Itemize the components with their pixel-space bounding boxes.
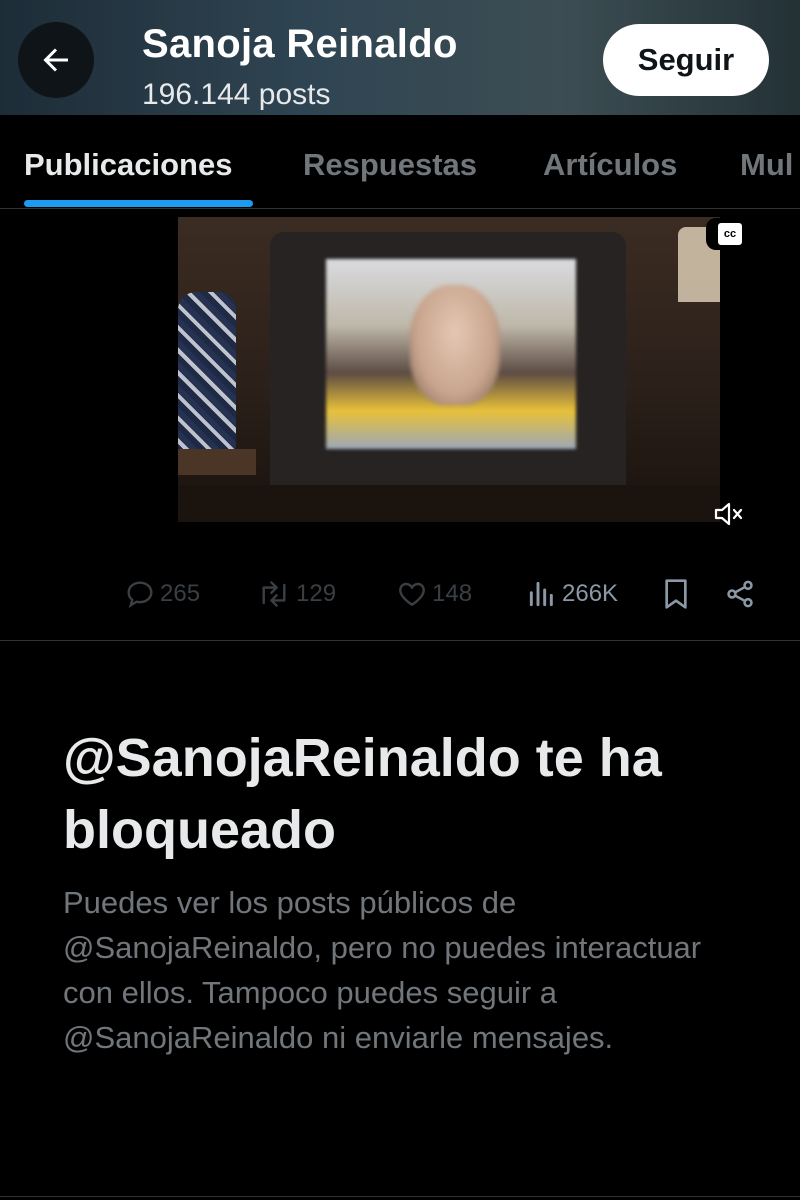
posts-count: 196.144 posts [142,78,331,111]
tab-multimedia[interactable]: Mul [740,147,793,183]
video-shelf [178,485,720,522]
tab-publicaciones[interactable]: Publicaciones [24,147,232,183]
video-shelf-base [178,449,256,475]
repost-button[interactable]: 129 [256,572,336,616]
blocked-description: Puedes ver los posts públicos de @Sanoja… [63,885,702,1055]
active-tab-indicator [24,200,253,207]
tab-respuestas[interactable]: Respuestas [303,147,477,183]
bookmark-button[interactable] [662,572,690,616]
post-actions: 265 129 148 266K [0,560,800,630]
reply-count: 265 [160,580,201,607]
views-button[interactable]: 266K [526,572,618,616]
repost-icon [262,581,286,607]
like-button[interactable]: 148 [396,572,472,616]
back-button[interactable] [18,22,94,98]
video-person [410,285,500,405]
captions-icon: cc [718,223,742,245]
arrow-left-icon [43,48,68,72]
share-button[interactable] [724,572,756,616]
views-bars-icon [529,581,553,607]
reply-button[interactable]: 265 [124,572,200,616]
profile-tabs: Publicaciones Respuestas Artículos Mul [0,115,800,209]
video-vase [178,292,236,452]
repost-count: 129 [296,580,337,607]
video-side-panel [720,217,800,522]
blocked-title: @SanojaReinaldo te ha bloqueado [63,728,662,860]
volume-muted-icon[interactable] [712,500,744,528]
post-divider [0,640,800,641]
heart-icon [399,582,425,607]
profile-name: Sanoja Reinaldo [142,22,458,66]
share-icon [727,580,753,608]
views-count: 266K [562,580,619,607]
captions-button[interactable]: cc [706,218,754,250]
follow-button[interactable]: Seguir [603,24,769,96]
post-video[interactable] [178,217,720,522]
bookmark-icon [665,579,687,609]
tab-articulos[interactable]: Artículos [543,147,677,183]
bottom-divider [0,1196,800,1197]
like-count: 148 [432,580,473,607]
reply-icon [127,581,153,609]
